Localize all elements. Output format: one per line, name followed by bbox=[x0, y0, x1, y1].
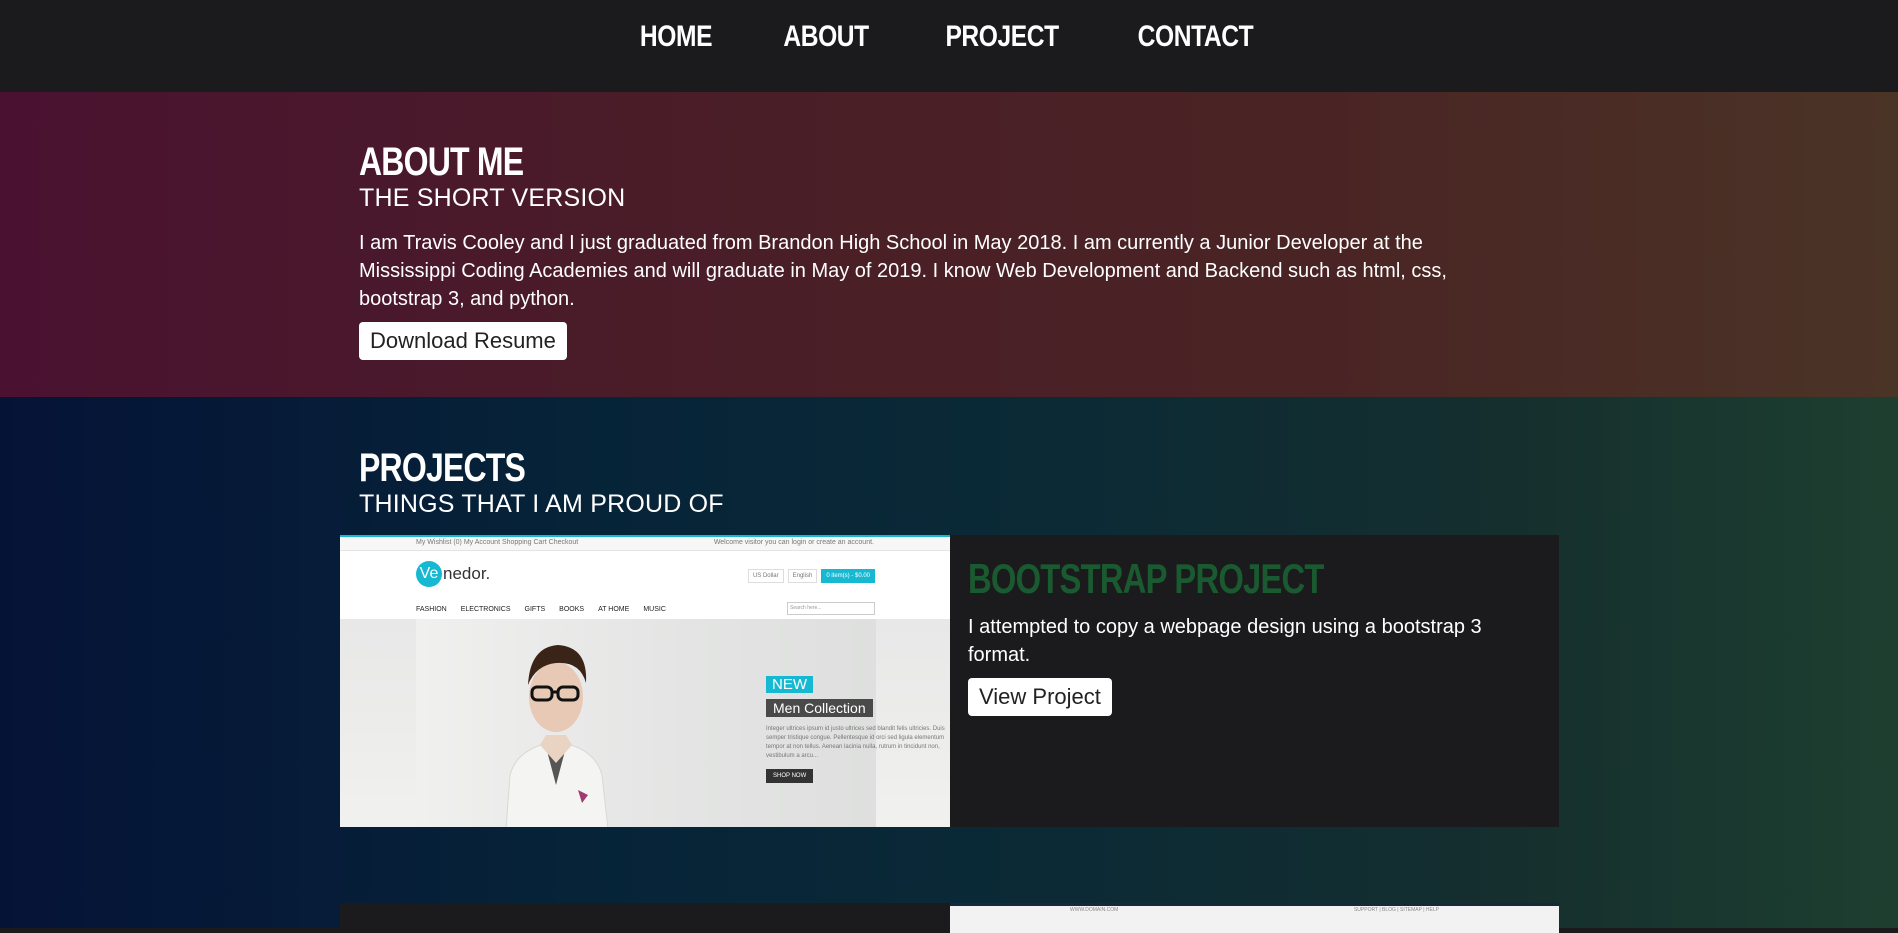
nav-about-link[interactable]: ABOUT bbox=[784, 20, 870, 54]
project-2-preview-image[interactable]: WWW.DOMAIN.COM SUPPORT | BLOG | SITEMAP … bbox=[950, 903, 1559, 933]
about-content: ABOUT ME THE SHORT VERSION I am Travis C… bbox=[359, 140, 1519, 360]
preview-language: English bbox=[787, 569, 818, 583]
project-card-body: BOOTSTRAP PROJECT I attempted to copy a … bbox=[950, 535, 1559, 827]
preview-menu-item: GIFTS bbox=[524, 605, 546, 613]
preview-menu-item: AT HOME bbox=[598, 605, 630, 613]
preview-blurb: Integer ultrices ipsum id justo ultrices… bbox=[766, 726, 945, 759]
preview-hero: NEW Men Collection Integer ultrices ipsu… bbox=[340, 619, 950, 827]
preview-cart-button: 0 item(s) - $0.00 bbox=[821, 569, 875, 583]
project-title: BOOTSTRAP PROJECT bbox=[968, 555, 1324, 602]
preview-hero-banner: NEW Men Collection Integer ultrices ipsu… bbox=[416, 619, 945, 827]
project-card-2-body bbox=[340, 903, 950, 933]
preview-2-links: SUPPORT | BLOG | SITEMAP | HELP bbox=[1353, 907, 1439, 913]
preview-logo-circle: Ve bbox=[416, 561, 442, 587]
preview-new-badge: NEW bbox=[766, 676, 813, 693]
preview-shop-now-button: SHOP NOW bbox=[766, 769, 814, 783]
preview-menu-item: ELECTRONICS bbox=[460, 605, 511, 613]
about-section: ABOUT ME THE SHORT VERSION I am Travis C… bbox=[0, 92, 1898, 397]
preview-menu-item: BOOKS bbox=[559, 605, 585, 613]
view-project-button[interactable]: View Project bbox=[968, 678, 1112, 716]
about-subtitle: THE SHORT VERSION bbox=[359, 184, 626, 212]
project-card-2: WWW.DOMAIN.COM SUPPORT | BLOG | SITEMAP … bbox=[340, 903, 1559, 933]
download-resume-button[interactable]: Download Resume bbox=[359, 322, 567, 360]
preview-logo-text: nedor. bbox=[443, 564, 491, 583]
preview-topbar: My Wishlist (0) My Account Shopping Cart… bbox=[340, 537, 950, 551]
preview-menu-item: MUSIC bbox=[643, 605, 666, 613]
preview-collection-label: Men Collection bbox=[766, 699, 873, 717]
preview-menu-item: FASHION bbox=[416, 605, 447, 613]
preview-search-box: Search here... bbox=[787, 602, 875, 615]
projects-title: PROJECTS bbox=[359, 446, 526, 490]
about-title: ABOUT ME bbox=[359, 140, 524, 184]
about-text: I am Travis Cooley and I just graduated … bbox=[359, 232, 1447, 310]
preview-header: Ve nedor. US Dollar English 0 item(s) - … bbox=[340, 551, 950, 599]
projects-header: PROJECTS THINGS THAT I AM PROUD OF bbox=[359, 446, 1519, 519]
preview-currency: US Dollar bbox=[747, 569, 784, 583]
projects-subtitle: THINGS THAT I AM PROUD OF bbox=[359, 490, 724, 518]
nav-home-link[interactable]: HOME bbox=[640, 20, 713, 54]
main-navbar: HOME ABOUT PROJECT CONTACT bbox=[0, 0, 1898, 92]
nav-project-link[interactable]: PROJECT bbox=[945, 20, 1059, 54]
preview-2-domain: WWW.DOMAIN.COM bbox=[1070, 907, 1119, 913]
project-card: My Wishlist (0) My Account Shopping Cart… bbox=[340, 535, 1559, 827]
preview-cart-area: US Dollar English 0 item(s) - $0.00 bbox=[747, 569, 875, 583]
project-description: I attempted to copy a webpage design usi… bbox=[968, 616, 1482, 666]
preview-welcome-text: Welcome visitor you can login or create … bbox=[713, 539, 874, 546]
model-photo bbox=[505, 645, 609, 827]
preview-topbar-links: My Wishlist (0) My Account Shopping Cart… bbox=[416, 539, 579, 546]
nav-contact-link[interactable]: CONTACT bbox=[1137, 20, 1253, 54]
project-preview-image[interactable]: My Wishlist (0) My Account Shopping Cart… bbox=[340, 535, 950, 827]
preview-menu: FASHION ELECTRONICS GIFTS BOOKS AT HOME … bbox=[340, 599, 950, 619]
preview-logo: Ve nedor. bbox=[416, 561, 490, 587]
